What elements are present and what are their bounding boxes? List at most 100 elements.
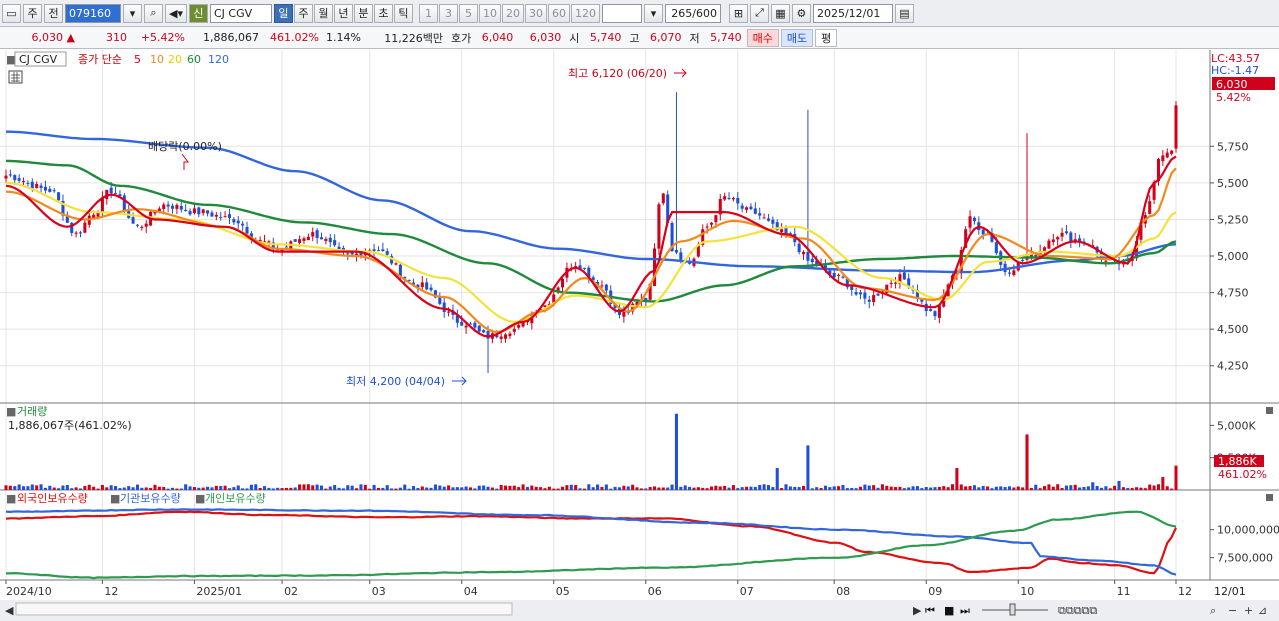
current-price: 6,030 ▲ bbox=[2, 28, 78, 48]
volume-bar bbox=[894, 487, 898, 490]
volume-bar bbox=[223, 485, 227, 490]
zoom-icon[interactable]: ⌕ bbox=[1210, 604, 1216, 617]
interval-button-5[interactable]: 30 bbox=[524, 3, 547, 23]
candle-body bbox=[438, 296, 442, 304]
period-button-1[interactable]: 주 bbox=[293, 3, 313, 23]
interval-button-1[interactable]: 3 bbox=[438, 3, 458, 23]
candle-body bbox=[872, 295, 876, 303]
interval-dropdown-icon[interactable]: ▾ bbox=[643, 3, 663, 23]
legend-ma60: 60 bbox=[187, 53, 201, 66]
window-icon[interactable]: ▭ bbox=[2, 3, 21, 23]
period-type-select[interactable]: 주 bbox=[23, 3, 42, 23]
interval-button-4[interactable]: 20 bbox=[501, 3, 524, 23]
volume-bar bbox=[802, 485, 806, 490]
chart-title: CJ CGV bbox=[19, 53, 58, 66]
volume-bar bbox=[609, 488, 613, 490]
period-button-4[interactable]: 분 bbox=[353, 3, 373, 23]
table-icon[interactable]: ▦ bbox=[770, 3, 790, 23]
candle-body bbox=[162, 204, 166, 209]
calendar-icon[interactable]: ▤ bbox=[894, 3, 914, 23]
candle-body bbox=[22, 181, 26, 183]
draw-tool-icon[interactable]: ⤢ bbox=[749, 3, 769, 23]
speaker-icon[interactable]: ◀▾ bbox=[165, 3, 187, 23]
volume-bar bbox=[43, 487, 47, 490]
first-icon[interactable]: ⏮ bbox=[925, 604, 935, 617]
dropdown-icon[interactable]: ▾ bbox=[123, 3, 142, 23]
high-price: 6,070 bbox=[650, 31, 682, 44]
volume-bar bbox=[26, 486, 30, 490]
volume-bar bbox=[512, 485, 516, 490]
crosshair-icon[interactable]: ⊞ bbox=[728, 3, 748, 23]
volume-bar bbox=[280, 488, 284, 490]
zoom-slider-thumb[interactable] bbox=[1009, 603, 1016, 616]
volume-bar bbox=[1165, 486, 1169, 490]
volume-menu-icon[interactable]: ■ bbox=[6, 405, 16, 418]
volume-bar bbox=[828, 487, 832, 490]
candle-body bbox=[114, 192, 118, 194]
period-button-6[interactable]: 틱 bbox=[393, 3, 413, 23]
candle-body bbox=[604, 284, 608, 291]
stop-icon[interactable]: ■ bbox=[944, 604, 954, 617]
candle-body bbox=[582, 267, 586, 269]
volume-bar bbox=[61, 485, 65, 490]
period-button-0[interactable]: 일 bbox=[273, 3, 293, 23]
price-value: 6,030 bbox=[31, 31, 64, 44]
candle-body bbox=[394, 263, 398, 265]
interval-button-6[interactable]: 60 bbox=[547, 3, 570, 23]
reset-icon[interactable]: ⊿ bbox=[1258, 604, 1267, 617]
stock-code-input[interactable]: 079160 bbox=[65, 3, 121, 23]
candle-body bbox=[447, 311, 451, 313]
stock-chart[interactable]: 5,750 5,500 5,250 5,000 4,750 4,500 4,250 5,000… bbox=[0, 50, 1279, 621]
candle-body bbox=[622, 311, 626, 317]
volume-bar bbox=[552, 488, 556, 490]
volume-bar bbox=[267, 487, 271, 490]
candle-body bbox=[937, 305, 941, 318]
candle-body bbox=[197, 207, 201, 215]
candle-body bbox=[52, 190, 56, 192]
buy-button[interactable]: 매수 bbox=[746, 28, 779, 47]
volume-bar bbox=[986, 486, 990, 490]
legend-individual: 개인보유수량 bbox=[205, 492, 266, 505]
candle-body bbox=[39, 185, 43, 188]
volume-close-icon[interactable] bbox=[1266, 407, 1273, 414]
scroll-left-icon[interactable]: ◀ bbox=[5, 604, 14, 617]
eval-button[interactable]: 평 bbox=[815, 28, 838, 47]
date-input[interactable]: 2025/12/01 bbox=[812, 3, 893, 23]
interval-button-0[interactable]: 1 bbox=[418, 3, 438, 23]
volume-bar bbox=[48, 485, 52, 490]
holdings-menu-icon[interactable]: ■ bbox=[6, 492, 16, 505]
open-label: 시 bbox=[569, 31, 580, 45]
volume-bar bbox=[127, 486, 131, 490]
period-button-2[interactable]: 월 bbox=[313, 3, 333, 23]
candle-body bbox=[674, 250, 678, 253]
layout-icons[interactable]: ⧉⧉⧉⧉⧉ bbox=[1058, 604, 1097, 617]
search-icon[interactable]: ⌕ bbox=[144, 3, 163, 23]
holdings-close-icon[interactable] bbox=[1266, 494, 1273, 501]
scroll-track[interactable] bbox=[15, 602, 513, 616]
plus-icon[interactable]: + bbox=[1244, 604, 1253, 617]
interval-button-7[interactable]: 120 bbox=[570, 3, 600, 23]
count-input[interactable]: 265/600 bbox=[664, 3, 721, 23]
period-button-5[interactable]: 초 bbox=[373, 3, 393, 23]
volume-bar bbox=[758, 485, 762, 490]
prev-button[interactable]: 전 bbox=[44, 3, 63, 23]
count-value: 265 bbox=[671, 6, 693, 20]
scroll-right-icon[interactable]: ▶ bbox=[913, 604, 922, 617]
volume-bar bbox=[482, 485, 486, 490]
credit-button[interactable]: 신 bbox=[188, 3, 208, 23]
volume-bar bbox=[1126, 487, 1130, 490]
volume-bar bbox=[622, 485, 626, 490]
candle-body bbox=[858, 292, 863, 295]
interval-button-2[interactable]: 5 bbox=[458, 3, 478, 23]
period-button-3[interactable]: 년 bbox=[333, 3, 353, 23]
stock-name-field[interactable]: CJ CGV bbox=[209, 3, 272, 23]
candle-body bbox=[425, 282, 429, 290]
last-icon[interactable]: ⏭ bbox=[960, 604, 970, 617]
minus-icon[interactable]: − bbox=[1228, 604, 1237, 617]
volume-bar bbox=[319, 485, 324, 490]
interval-button-3[interactable]: 10 bbox=[478, 3, 501, 23]
gear-icon[interactable]: ⚙ bbox=[791, 3, 811, 23]
custom-interval-input[interactable] bbox=[601, 3, 642, 23]
volume-bar bbox=[596, 484, 600, 490]
sell-button[interactable]: 매도 bbox=[780, 28, 814, 47]
